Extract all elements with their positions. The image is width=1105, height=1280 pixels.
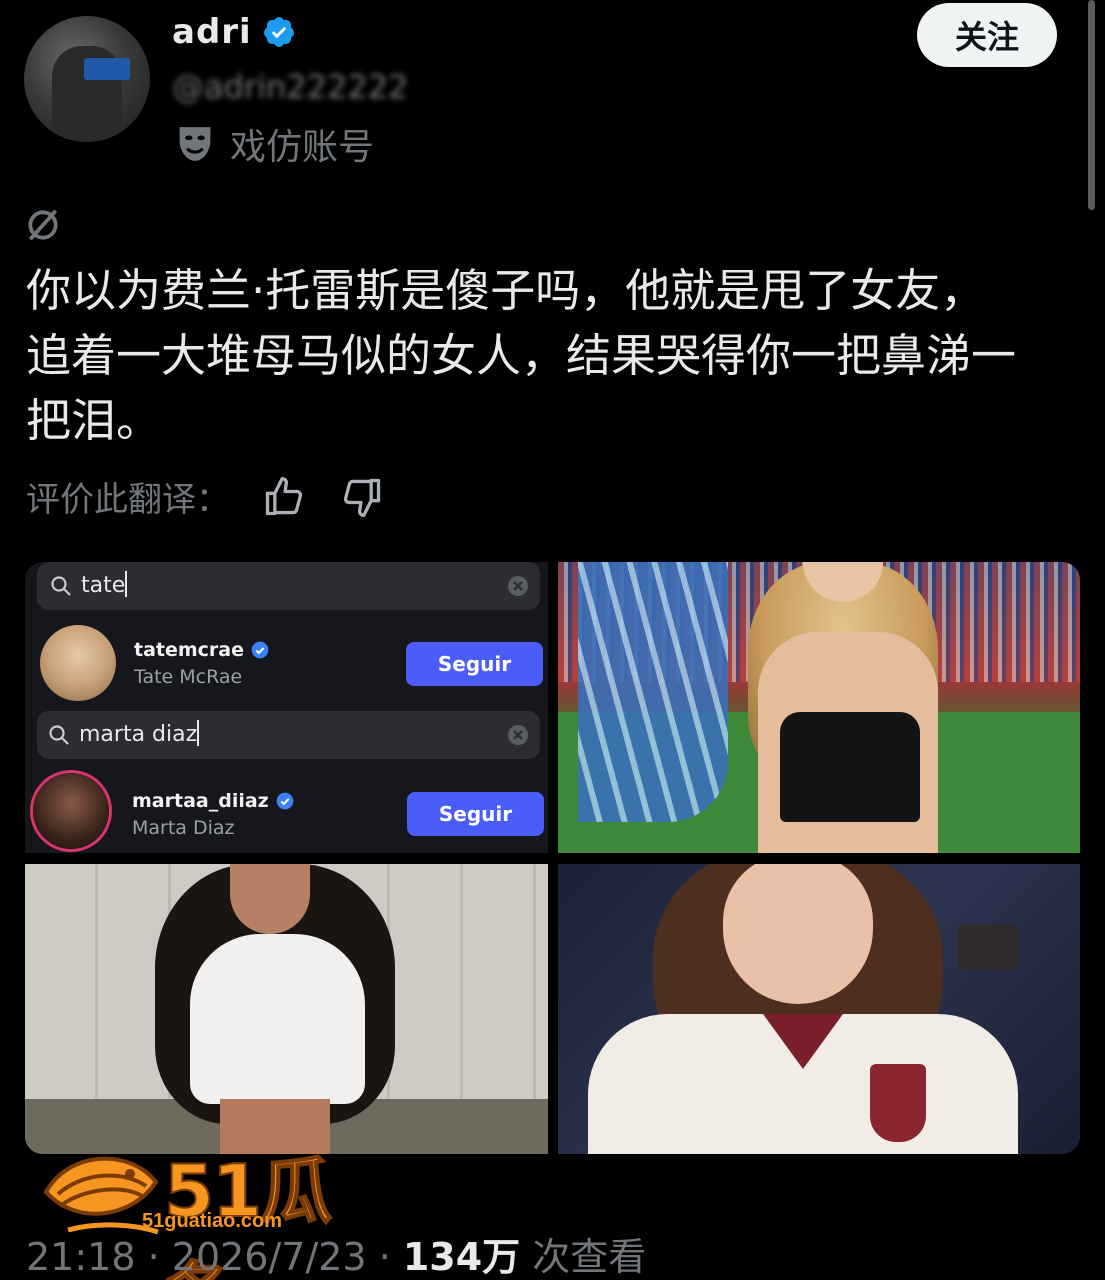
tweet-page: adri @adrin222222 戏仿账号 关注 你以为费兰·托雷斯是傻子吗，…: [0, 0, 1105, 1280]
rate-translation-row: 评价此翻译：: [26, 472, 418, 521]
photo-decor: [578, 562, 728, 822]
media-grid: tate tatemcrae Tate McRae Seguir marta d…: [25, 562, 1080, 1154]
follow-button[interactable]: 关注: [917, 3, 1057, 67]
verified-badge-icon: [263, 17, 294, 47]
search-icon: [49, 725, 69, 745]
clear-search-icon: [508, 725, 528, 745]
account-display-name: Marta Diaz: [132, 817, 235, 839]
rate-translation-label: 评价此翻译：: [26, 480, 230, 520]
search-query: marta diaz: [79, 720, 200, 747]
avatar-phone-screen: [84, 58, 130, 80]
translated-post-icon: [28, 209, 58, 241]
tweet-date[interactable]: 2026/7/23: [172, 1235, 367, 1279]
thumbs-up-icon[interactable]: [262, 475, 306, 519]
author-name[interactable]: adri: [172, 12, 252, 52]
parody-label-row: 戏仿账号: [176, 118, 374, 170]
media-image-white-top[interactable]: [25, 864, 548, 1154]
account-avatar: [33, 773, 109, 849]
thumbs-down-icon[interactable]: [340, 475, 384, 519]
photo-person-top: [190, 934, 365, 1104]
account-display-name: Tate McRae: [134, 666, 243, 688]
meta-separator: ·: [135, 1235, 172, 1279]
media-image-stadium[interactable]: [558, 562, 1080, 853]
photo-jersey-crest: [870, 1064, 926, 1142]
account-username: martaa_diiaz: [132, 790, 295, 812]
search-query: tate: [81, 571, 128, 598]
photo-phone: [958, 924, 1018, 970]
meta-separator: ·: [366, 1235, 403, 1279]
author-name-row[interactable]: adri: [172, 12, 296, 52]
author-handle[interactable]: @adrin222222: [172, 68, 408, 106]
tweet-time[interactable]: 21:18: [26, 1235, 136, 1279]
photo-person-top: [780, 712, 920, 822]
media-image-jersey[interactable]: [558, 864, 1080, 1154]
tweet-meta: 21:18 · 2026/7/23 · 134万 次查看: [26, 1226, 646, 1280]
verified-badge-icon: [251, 641, 269, 659]
search-bar-tate: tate: [37, 562, 540, 610]
scrollbar-thumb[interactable]: [1088, 0, 1095, 210]
view-count: 134万: [402, 1235, 521, 1279]
view-count-label: 次查看: [520, 1235, 647, 1279]
verified-badge-icon: [276, 792, 294, 810]
media-image-search-screenshot[interactable]: tate tatemcrae Tate McRae Seguir marta d…: [25, 562, 548, 853]
account-avatar: [40, 625, 116, 701]
theater-mask-icon: [179, 127, 211, 161]
search-bar-marta: marta diaz: [37, 711, 540, 759]
account-username: tatemcrae: [134, 639, 270, 661]
clear-search-icon: [508, 576, 528, 596]
seguir-button: Seguir: [406, 642, 543, 686]
author-avatar[interactable]: [24, 16, 150, 142]
parody-label: 戏仿账号: [230, 127, 375, 168]
search-icon: [51, 576, 71, 596]
tweet-text: 你以为费兰·托雷斯是傻子吗，他就是甩了女友， 追着一大堆母马似的女人，结果哭得你…: [26, 264, 1017, 447]
seguir-button: Seguir: [407, 792, 544, 836]
